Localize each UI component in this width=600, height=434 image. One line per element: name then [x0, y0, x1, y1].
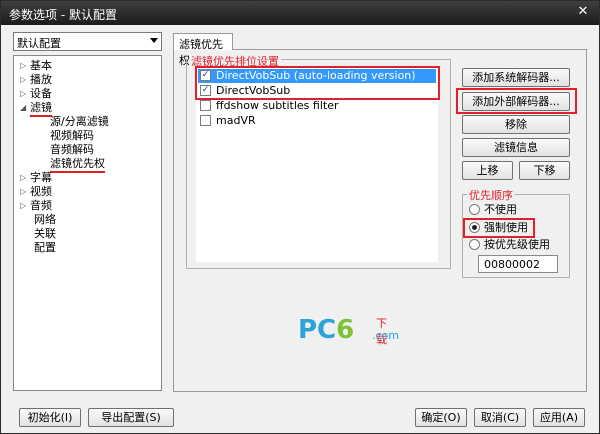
- settings-tree: ▷ 基本 ▷ 播放 ▷ 设备 ◢ 滤镜 源/分离滤镜 视频解码 音频解码 滤镜优先权 ▷…: [13, 55, 162, 391]
- radio-icon[interactable]: [469, 204, 480, 215]
- chevron-down-icon: [150, 38, 158, 43]
- profile-dropdown[interactable]: 默认配置: [13, 32, 162, 51]
- annotation-highlight-force: [463, 218, 535, 238]
- initialize-button[interactable]: 初始化(I): [19, 408, 81, 427]
- tree-item-subtitles[interactable]: ▷ 字幕: [20, 171, 52, 185]
- tree-item-video[interactable]: ▷ 视频: [20, 185, 52, 199]
- close-icon[interactable]: ✕: [575, 4, 591, 20]
- tree-item-source-splitter[interactable]: 源/分离滤镜: [50, 115, 109, 129]
- expand-arrow-icon[interactable]: ▷: [20, 59, 30, 73]
- priority-order-group-title: 优先顺序: [467, 187, 515, 203]
- radio-icon[interactable]: [469, 239, 480, 250]
- filter-info-button[interactable]: 滤镜信息: [462, 138, 570, 157]
- expand-arrow-icon[interactable]: ▷: [20, 87, 30, 101]
- cancel-button[interactable]: 取消(C): [474, 408, 526, 427]
- tree-item-association[interactable]: 关联: [34, 227, 56, 241]
- window-title: 参数选项 - 默认配置: [9, 8, 117, 22]
- remove-button[interactable]: 移除: [462, 115, 570, 134]
- watermark-logo: PC6 下载 .com: [298, 315, 399, 346]
- tree-item-network[interactable]: 网络: [34, 213, 56, 227]
- expand-arrow-icon[interactable]: ▷: [20, 73, 30, 87]
- expand-arrow-icon[interactable]: ▷: [20, 171, 30, 185]
- add-system-decoder-button[interactable]: 添加系统解码器...: [462, 68, 570, 87]
- tree-item-filters[interactable]: ◢ 滤镜: [20, 101, 52, 117]
- collapse-arrow-icon[interactable]: ◢: [20, 101, 30, 115]
- filter-item-madvr[interactable]: madVR: [198, 114, 436, 128]
- title-bar[interactable]: 参数选项 - 默认配置 ✕: [1, 1, 599, 25]
- priority-value-input[interactable]: 00800002: [478, 255, 558, 273]
- annotation-highlight-filters: [195, 66, 440, 100]
- tree-item-audio[interactable]: ▷ 音频: [20, 199, 52, 213]
- tab-filter-priority[interactable]: 滤镜优先权: [173, 33, 233, 67]
- annotation-highlight-add-external: [456, 88, 577, 114]
- tree-item-audio-decoder[interactable]: 音频解码: [50, 143, 94, 157]
- expand-arrow-icon[interactable]: ▷: [20, 185, 30, 199]
- move-down-button[interactable]: 下移: [519, 161, 570, 180]
- checkbox-unchecked-icon[interactable]: [200, 115, 211, 126]
- checkbox-unchecked-icon[interactable]: [200, 100, 211, 111]
- ok-button[interactable]: 确定(O): [415, 408, 467, 427]
- profile-dropdown-value: 默认配置: [17, 37, 61, 50]
- tree-item-devices[interactable]: ▷ 设备: [20, 87, 52, 101]
- export-config-button[interactable]: 导出配置(S): [88, 408, 174, 427]
- preferences-window: 参数选项 - 默认配置 ✕ 默认配置 ▷ 基本 ▷ 播放 ▷ 设备 ◢ 滤镜 源/分离滤…: [0, 0, 600, 434]
- tree-item-config[interactable]: 配置: [34, 241, 56, 255]
- tree-item-playback[interactable]: ▷ 播放: [20, 73, 52, 87]
- filter-item-ffdshow-subtitles[interactable]: ffdshow subtitles filter: [198, 99, 436, 113]
- expand-arrow-icon[interactable]: ▷: [20, 199, 30, 213]
- tree-item-filter-priority[interactable]: 滤镜优先权: [50, 157, 105, 173]
- tree-item-basic[interactable]: ▷ 基本: [20, 59, 52, 73]
- move-up-button[interactable]: 上移: [462, 161, 513, 180]
- tree-item-video-decoder[interactable]: 视频解码: [50, 129, 94, 143]
- apply-button[interactable]: 应用(A): [533, 408, 585, 427]
